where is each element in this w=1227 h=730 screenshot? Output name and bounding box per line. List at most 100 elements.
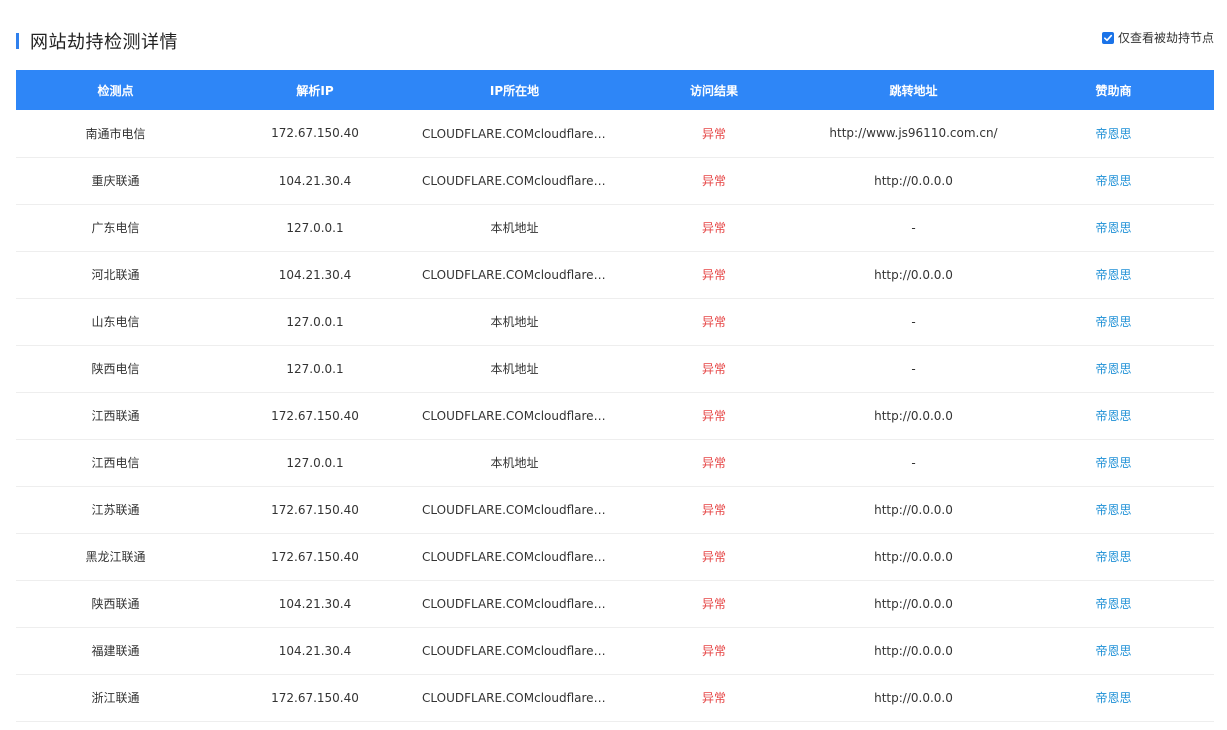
table-row: 陕西电信 127.0.0.1 本机地址 异常 - 帝恩思	[16, 345, 1214, 392]
ip-location-text: 本机地址	[490, 456, 539, 470]
cell-ip-location: 本机地址	[415, 298, 614, 345]
cell-ip-location: CLOUDFLARE.COMcloudflare.com	[415, 627, 614, 674]
cell-redirect-url: http://0.0.0.0	[874, 596, 953, 611]
cell-resolved-ip: 127.0.0.1	[286, 220, 344, 235]
hijack-detail-page: 网站劫持检测详情 仅查看被劫持节点 检测点 解析IP IP所在地 访问结果 跳转…	[0, 0, 1227, 730]
cell-redirect-url: http://0.0.0.0	[874, 643, 953, 658]
cell-access-result: 异常	[701, 362, 726, 376]
table-row: 河北联通 104.21.30.4 CLOUDFLARE.COMcloudflare.…	[16, 251, 1214, 298]
table-body: 南通市电信 172.67.150.40 CLOUDFLARE.COMcloudfla…	[16, 110, 1214, 721]
ip-location-text: CLOUDFLARE.COMcloudflare.com	[422, 408, 607, 423]
cell-detection-point: 陕西电信	[91, 362, 140, 376]
cell-ip-location: CLOUDFLARE.COMcloudflare.com	[415, 110, 614, 157]
cell-resolved-ip: 104.21.30.4	[278, 267, 352, 282]
cell-resolved-ip: 172.67.150.40	[271, 549, 359, 564]
cell-access-result: 异常	[701, 268, 726, 282]
cell-sponsor-link[interactable]: 帝恩思	[1013, 251, 1214, 298]
cell-sponsor-link[interactable]: 帝恩思	[1013, 204, 1214, 251]
cell-ip-location: CLOUDFLARE.COMcloudflare.com	[415, 392, 614, 439]
cell-ip-location: CLOUDFLARE.COMcloudflare.com	[415, 674, 614, 721]
cell-redirect-url: http://0.0.0.0	[874, 690, 953, 705]
cell-access-result: 异常	[701, 550, 726, 564]
cell-access-result: 异常	[701, 315, 726, 329]
cell-access-result: 异常	[701, 409, 726, 423]
cell-sponsor-link[interactable]: 帝恩思	[1013, 580, 1214, 627]
cell-detection-point: 广东电信	[91, 221, 140, 235]
cell-ip-location: CLOUDFLARE.COMcloudflare.com	[415, 580, 614, 627]
detection-table: 检测点 解析IP IP所在地 访问结果 跳转地址 赞助商 南通市电信 172.67…	[16, 70, 1214, 722]
table-row: 浙江联通 172.67.150.40 CLOUDFLARE.COMcloudflar…	[16, 674, 1214, 721]
cell-redirect-url: http://0.0.0.0	[874, 267, 953, 282]
table-row: 南通市电信 172.67.150.40 CLOUDFLARE.COMcloudfla…	[16, 110, 1214, 157]
column-header-ip: 解析IP	[296, 83, 334, 98]
cell-ip-location: CLOUDFLARE.COMcloudflare.com	[415, 533, 614, 580]
column-header-redirect: 跳转地址	[889, 83, 938, 98]
checkbox-checked-icon[interactable]	[1101, 31, 1114, 44]
cell-detection-point: 福建联通	[91, 644, 140, 658]
cell-access-result: 异常	[701, 597, 726, 611]
filter-label: 仅查看被劫持节点	[1117, 31, 1214, 45]
cell-redirect-url: -	[911, 314, 916, 329]
ip-location-text: CLOUDFLARE.COMcloudflare.com	[422, 549, 607, 564]
cell-sponsor-link[interactable]: 帝恩思	[1013, 533, 1214, 580]
ip-location-text: CLOUDFLARE.COMcloudflare.com	[422, 126, 607, 141]
cell-resolved-ip: 172.67.150.40	[271, 502, 359, 517]
column-header-point: 检测点	[97, 83, 134, 98]
cell-access-result: 异常	[701, 644, 726, 658]
table-header-row: 检测点 解析IP IP所在地 访问结果 跳转地址 赞助商	[16, 70, 1214, 110]
cell-resolved-ip: 104.21.30.4	[278, 173, 352, 188]
cell-detection-point: 河北联通	[91, 268, 140, 282]
section-header: 网站劫持检测详情	[16, 30, 178, 53]
cell-detection-point: 陕西联通	[91, 597, 140, 611]
table-row: 福建联通 104.21.30.4 CLOUDFLARE.COMcloudflare.…	[16, 627, 1214, 674]
cell-resolved-ip: 127.0.0.1	[286, 361, 344, 376]
cell-redirect-url: http://0.0.0.0	[874, 502, 953, 517]
cell-redirect-url: http://0.0.0.0	[874, 173, 953, 188]
column-header-result: 访问结果	[689, 83, 738, 98]
cell-sponsor-link[interactable]: 帝恩思	[1013, 674, 1214, 721]
table-row: 山东电信 127.0.0.1 本机地址 异常 - 帝恩思	[16, 298, 1214, 345]
detection-table-container: 检测点 解析IP IP所在地 访问结果 跳转地址 赞助商 南通市电信 172.67…	[16, 70, 1214, 722]
cell-access-result: 异常	[701, 503, 726, 517]
cell-access-result: 异常	[701, 456, 726, 470]
table-row: 江西电信 127.0.0.1 本机地址 异常 - 帝恩思	[16, 439, 1214, 486]
cell-sponsor-link[interactable]: 帝恩思	[1013, 345, 1214, 392]
cell-redirect-url: -	[911, 455, 916, 470]
cell-resolved-ip: 172.67.150.40	[271, 408, 359, 423]
cell-sponsor-link[interactable]: 帝恩思	[1013, 298, 1214, 345]
cell-resolved-ip: 104.21.30.4	[278, 643, 352, 658]
table-header: 检测点 解析IP IP所在地 访问结果 跳转地址 赞助商	[16, 70, 1214, 110]
cell-ip-location: CLOUDFLARE.COMcloudflare.com	[415, 486, 614, 533]
table-row: 陕西联通 104.21.30.4 CLOUDFLARE.COMcloudflare.…	[16, 580, 1214, 627]
hijacked-only-filter[interactable]: 仅查看被劫持节点	[1101, 29, 1214, 46]
cell-ip-location: 本机地址	[415, 204, 614, 251]
ip-location-text: CLOUDFLARE.COMcloudflare.com	[422, 502, 607, 517]
cell-access-result: 异常	[701, 126, 726, 141]
ip-location-text: CLOUDFLARE.COMcloudflare.com	[422, 596, 607, 611]
cell-sponsor-link[interactable]: 帝恩思	[1013, 110, 1214, 157]
cell-detection-point: 山东电信	[91, 315, 140, 329]
cell-resolved-ip: 127.0.0.1	[286, 455, 344, 470]
title-accent-bar	[16, 33, 19, 49]
table-row: 重庆联通 104.21.30.4 CLOUDFLARE.COMcloudflare.…	[16, 157, 1214, 204]
cell-sponsor-link[interactable]: 帝恩思	[1013, 439, 1214, 486]
cell-resolved-ip: 172.67.150.40	[271, 690, 359, 705]
cell-access-result: 异常	[701, 221, 726, 235]
cell-redirect-url: http://0.0.0.0	[874, 549, 953, 564]
cell-ip-location: CLOUDFLARE.COMcloudflare.com	[415, 157, 614, 204]
column-header-sponsor: 赞助商	[1095, 83, 1132, 98]
cell-detection-point: 重庆联通	[91, 174, 140, 188]
cell-sponsor-link[interactable]: 帝恩思	[1013, 157, 1214, 204]
cell-access-result: 异常	[701, 174, 726, 188]
cell-sponsor-link[interactable]: 帝恩思	[1013, 627, 1214, 674]
cell-ip-location: 本机地址	[415, 345, 614, 392]
cell-detection-point: 浙江联通	[91, 691, 140, 705]
cell-access-result: 异常	[701, 691, 726, 705]
ip-location-text: CLOUDFLARE.COMcloudflare.com	[422, 690, 607, 705]
cell-detection-point: 江西电信	[91, 456, 140, 470]
cell-redirect-url: http://www.js96110.com.cn/	[829, 126, 998, 141]
ip-location-text: 本机地址	[490, 221, 539, 235]
cell-detection-point: 江苏联通	[91, 503, 140, 517]
cell-sponsor-link[interactable]: 帝恩思	[1013, 392, 1214, 439]
cell-sponsor-link[interactable]: 帝恩思	[1013, 486, 1214, 533]
